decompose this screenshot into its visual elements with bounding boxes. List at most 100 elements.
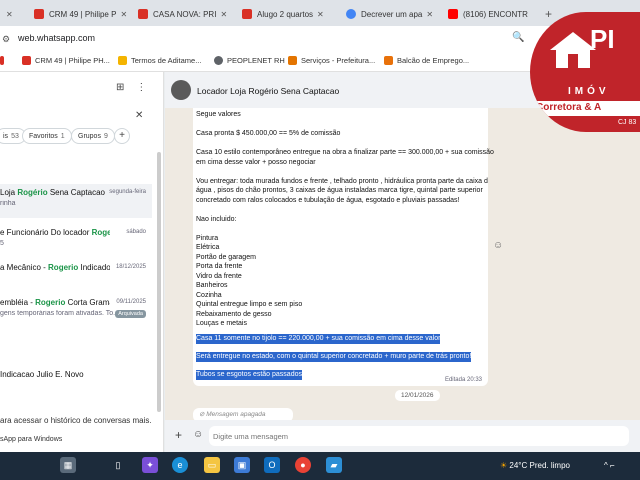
tab-favicon-icon bbox=[242, 9, 252, 19]
filter-chip-groups[interactable]: Grupos 9 bbox=[71, 128, 115, 144]
chat-preview: gens temporárias foram ativadas. To... bbox=[0, 310, 119, 317]
app-icon[interactable]: ▰ bbox=[326, 457, 342, 473]
bookmark-favicon-icon bbox=[288, 56, 297, 65]
react-emoji-icon[interactable]: ☺ bbox=[493, 240, 503, 251]
message-bubble[interactable]: Segue valores Casa pronta $ 450.000,00 =… bbox=[193, 108, 494, 386]
browser-tab-5[interactable]: (8106) ENCONTR bbox=[442, 4, 542, 24]
zoom-icon[interactable]: 🔍 bbox=[512, 32, 524, 43]
get-app-link[interactable]: sApp para Windows bbox=[0, 436, 62, 443]
avatar[interactable] bbox=[171, 80, 191, 100]
weather-widget[interactable]: ☀ 24°C Pred. limpo bbox=[500, 461, 570, 470]
store-icon[interactable]: ▣ bbox=[234, 457, 250, 473]
message-line: Vou entregar: toda murada fundos e frent… bbox=[196, 177, 488, 185]
google-icon bbox=[346, 9, 356, 19]
close-icon[interactable]: ✕ bbox=[317, 10, 324, 19]
message-line: Porta da frente bbox=[196, 263, 243, 270]
sticker-icon[interactable]: ☺ bbox=[193, 429, 203, 440]
bookmark-item[interactable]: Termos de Aditame... bbox=[118, 56, 201, 65]
bookmark-label: PEOPLENET RH bbox=[227, 56, 285, 65]
filter-chip-label: Grupos bbox=[78, 132, 101, 140]
bookmark-favicon-icon bbox=[384, 56, 393, 65]
close-icon[interactable]: ✕ bbox=[6, 10, 13, 19]
message-composer: + ☺ bbox=[165, 420, 640, 452]
file-explorer-icon[interactable]: ▭ bbox=[204, 457, 220, 473]
browser-tab-4[interactable]: Decrever um apa ✕ bbox=[340, 4, 440, 24]
new-chat-icon[interactable]: ⊞ bbox=[116, 82, 124, 93]
message-input[interactable] bbox=[209, 426, 629, 446]
filter-chip-label: Favoritos bbox=[29, 132, 58, 140]
chat-time: segunda-feira bbox=[109, 189, 146, 195]
url-field[interactable]: web.whatsapp.com bbox=[18, 33, 95, 43]
tab-partial[interactable]: ✕ bbox=[0, 4, 26, 24]
chat-list-item[interactable]: Loja Rogério Sena Captacao segunda-feira… bbox=[0, 184, 152, 218]
tab-title: Alugo 2 quartos bbox=[257, 9, 314, 19]
chat-name: Indicacao Julio E. Novo bbox=[0, 370, 84, 379]
browser-tab-3[interactable]: Alugo 2 quartos ✕ bbox=[236, 4, 336, 24]
attach-plus-icon[interactable]: + bbox=[175, 428, 182, 442]
copilot-icon[interactable]: ✦ bbox=[142, 457, 158, 473]
tray-icons[interactable]: ^ ⌐ bbox=[604, 461, 615, 470]
chrome-icon[interactable]: ● bbox=[295, 457, 311, 473]
tab-title: Decrever um apa bbox=[361, 9, 423, 19]
deleted-label: Mensagem apagada bbox=[206, 411, 266, 418]
bookmark-item[interactable]: Balcão de Emprego... bbox=[384, 56, 469, 65]
watermark-logo: PI IMÓV Corretora & A CJ 83 bbox=[530, 12, 640, 132]
chat-time: 09/11/2025 bbox=[116, 299, 146, 305]
task-view-icon[interactable]: ▯ bbox=[110, 457, 126, 473]
selected-message-line: Casa 11 somente no tijolo == 220.000,00 … bbox=[196, 334, 441, 344]
message-line: Vidro da frente bbox=[196, 272, 242, 280]
bookmark-favicon-icon bbox=[22, 56, 31, 65]
chat-time: sábado bbox=[126, 229, 146, 235]
browser-tab-strip: ✕ CRM 49 | Philipe P ✕ CASA NOVA: PRI ✕ … bbox=[0, 0, 640, 26]
bookmark-label: Balcão de Emprego... bbox=[397, 56, 470, 65]
chat-name: embléia - Rogerio Corta Grama, ... bbox=[0, 298, 110, 307]
close-icon[interactable]: ✕ bbox=[220, 10, 227, 19]
browser-tab-1[interactable]: CRM 49 | Philipe P ✕ bbox=[28, 4, 128, 24]
message-line: em cima desse valor + posso negociar bbox=[196, 158, 316, 166]
tab-title: CASA NOVA: PRI bbox=[153, 9, 217, 19]
message-line: Casa 10 estilo contemporâneo entregue na… bbox=[196, 149, 494, 156]
archived-badge: Arquivada bbox=[115, 310, 146, 318]
bookmark-item[interactable]: Serviços - Prefeitura... bbox=[288, 56, 375, 65]
widgets-icon[interactable]: ▦ bbox=[60, 457, 76, 473]
chat-list-item[interactable]: a Mecânico - Rogerio Indicado P... 18/12… bbox=[0, 259, 152, 293]
chat-list-item[interactable]: e Funcionário Do locador Rogerio sábado … bbox=[0, 224, 152, 258]
edge-icon[interactable]: e bbox=[172, 457, 188, 473]
message-line: Segue valores bbox=[196, 111, 241, 118]
chat-time: 18/12/2025 bbox=[115, 264, 146, 270]
youtube-icon bbox=[448, 9, 458, 19]
history-notice: ara acessar o histórico de conversas mai… bbox=[0, 416, 152, 425]
chat-preview: 5 bbox=[0, 240, 4, 247]
chat-preview: rinha bbox=[0, 200, 16, 207]
message-line: Elétrica bbox=[196, 244, 220, 251]
message-line: Rebaixamento de gesso bbox=[196, 310, 272, 318]
conversation-title[interactable]: Locador Loja Rogério Sena Captacao bbox=[197, 86, 339, 96]
chat-list-item[interactable]: Indicacao Julio E. Novo bbox=[0, 366, 152, 400]
browser-tab-2[interactable]: CASA NOVA: PRI ✕ bbox=[132, 4, 232, 24]
message-line: água , pisos do chão prontos, 3 caixas d… bbox=[196, 187, 483, 194]
close-icon[interactable]: ✕ bbox=[120, 10, 127, 19]
new-tab-plus-icon[interactable]: + bbox=[545, 7, 552, 21]
message-line: Pintura bbox=[196, 234, 219, 242]
close-icon[interactable]: ✕ bbox=[135, 110, 143, 121]
site-info-icon[interactable]: ⚙ bbox=[2, 34, 10, 45]
chat-list-scrollbar[interactable] bbox=[157, 152, 161, 412]
add-filter-button[interactable]: + bbox=[114, 128, 130, 144]
chat-list-panel: ⊞ ⋮ ✕ is 53 Favoritos 1 Grupos 9 + Loja R… bbox=[0, 72, 164, 452]
filter-chip-favorites[interactable]: Favoritos 1 bbox=[22, 128, 72, 144]
chat-list-item[interactable]: embléia - Rogerio Corta Grama, ... 09/11… bbox=[0, 294, 152, 328]
chat-name: Loja Rogério Sena Captacao bbox=[0, 188, 105, 197]
watermark-cj-text: CJ 83 bbox=[618, 119, 637, 126]
message-line: Nao incluido: bbox=[196, 215, 237, 223]
windows-taskbar: ▦ ▯ ✦ e ▭ ▣ O ● ▰ ☀ 24°C Pred. limpo ^ ⌐ bbox=[0, 452, 640, 480]
google-drive-icon bbox=[118, 56, 127, 65]
bookmark-label: CRM 49 | Philipe PH... bbox=[35, 56, 110, 65]
outlook-icon[interactable]: O bbox=[264, 457, 280, 473]
bookmark-item[interactable] bbox=[0, 56, 8, 65]
close-icon[interactable]: ✕ bbox=[426, 10, 433, 19]
bookmark-item[interactable]: CRM 49 | Philipe PH... bbox=[22, 56, 110, 65]
menu-icon[interactable]: ⋮ bbox=[136, 82, 146, 93]
filter-chip-count: 53 bbox=[11, 132, 19, 140]
chat-name: e Funcionário Do locador Rogerio bbox=[0, 228, 110, 237]
bookmark-item[interactable]: PEOPLENET RH bbox=[214, 56, 285, 65]
